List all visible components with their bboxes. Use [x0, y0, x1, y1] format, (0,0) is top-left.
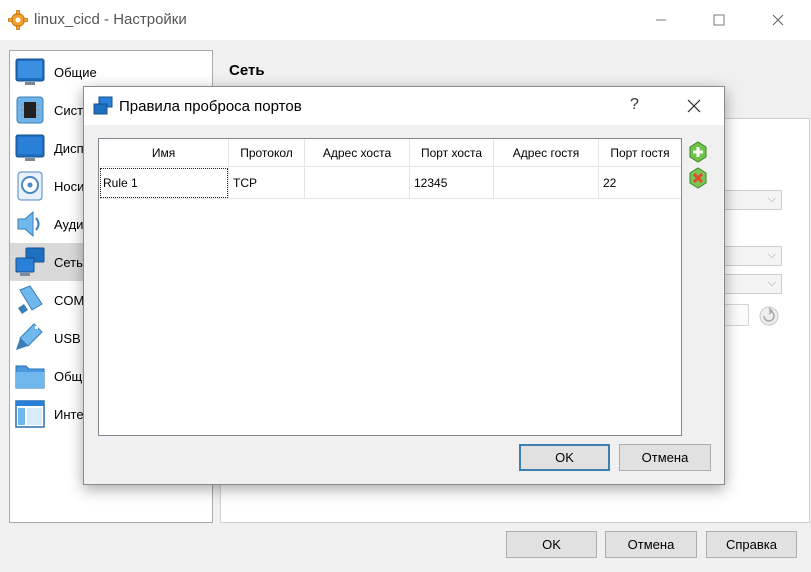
- network-icon: [14, 246, 46, 278]
- minimize-button[interactable]: [639, 6, 683, 34]
- remove-rule-icon: [689, 167, 707, 189]
- column-header[interactable]: Адрес хоста: [305, 139, 410, 167]
- display-icon: [14, 132, 46, 164]
- speaker-icon: [14, 208, 46, 240]
- dialog-titlebar: Правила проброса портов ?: [84, 87, 724, 125]
- virtualbox-gear-icon: [8, 10, 28, 30]
- chevron-down-icon: ⌵: [767, 193, 776, 205]
- maximize-button[interactable]: [697, 6, 741, 34]
- close-icon: [772, 14, 784, 26]
- attached-to-combobox[interactable]: ⌵: [724, 190, 782, 210]
- minimize-icon: [656, 19, 666, 21]
- close-window-button[interactable]: [756, 6, 800, 34]
- general-monitor-icon: [14, 56, 46, 88]
- chip-icon: [14, 94, 46, 126]
- window-titlebar: linux_cicd - Настройки: [0, 0, 811, 40]
- table-cell-name[interactable]: Rule 1: [99, 167, 229, 199]
- dialog-title: Правила проброса портов: [119, 98, 302, 115]
- section-title: Сеть: [229, 62, 265, 79]
- chevron-down-icon: ⌵: [767, 249, 776, 261]
- sidebar-item-label: Дисп: [54, 141, 84, 156]
- serial-port-icon: [14, 284, 46, 316]
- maximize-icon: [713, 14, 725, 26]
- mac-address-field[interactable]: [724, 304, 749, 326]
- column-header[interactable]: Имя: [99, 139, 229, 167]
- sidebar-item-label: Ауди: [54, 217, 84, 232]
- table-cell-protocol[interactable]: TCP: [229, 167, 305, 199]
- port-rules-table[interactable]: Имя Протокол Адрес хоста Порт хоста Адре…: [98, 138, 682, 436]
- dialog-ok-button[interactable]: OK: [519, 444, 610, 471]
- promiscuous-mode-combobox[interactable]: ⌵: [724, 274, 782, 294]
- shared-folder-icon: [14, 360, 46, 392]
- column-header[interactable]: Адрес гостя: [494, 139, 599, 167]
- chevron-down-icon: ⌵: [767, 277, 776, 289]
- port-forwarding-icon: [93, 96, 113, 116]
- dialog-cancel-button[interactable]: Отмена: [619, 444, 711, 471]
- remove-rule-button[interactable]: [686, 167, 710, 189]
- close-icon: [687, 99, 701, 113]
- refresh-mac-icon[interactable]: [758, 305, 780, 327]
- table-cell-guest-ip[interactable]: [494, 167, 599, 199]
- port-forwarding-dialog: Правила проброса портов ? Имя Протокол А…: [83, 86, 725, 485]
- cancel-button[interactable]: Отмена: [605, 531, 697, 558]
- add-rule-button[interactable]: [686, 141, 710, 163]
- usb-icon: [14, 322, 46, 354]
- disk-icon: [14, 170, 46, 202]
- sidebar-item-label: Общие: [54, 65, 97, 80]
- help-button[interactable]: Справка: [706, 531, 797, 558]
- column-header[interactable]: Протокол: [229, 139, 305, 167]
- ok-button[interactable]: OK: [506, 531, 597, 558]
- add-rule-icon: [689, 141, 707, 163]
- table-cell-host-ip[interactable]: [305, 167, 410, 199]
- window-title: linux_cicd - Настройки: [34, 11, 187, 28]
- sidebar-item-label: Сеть: [54, 255, 83, 270]
- column-header[interactable]: Порт гостя: [599, 139, 681, 167]
- table-cell-host-port[interactable]: 12345: [410, 167, 494, 199]
- adapter-type-combobox[interactable]: ⌵: [724, 246, 782, 266]
- user-interface-icon: [14, 398, 46, 430]
- dialog-help-button[interactable]: ?: [630, 96, 639, 114]
- sidebar-item-label: USB: [54, 331, 81, 346]
- table-cell-guest-port[interactable]: 22: [599, 167, 681, 199]
- column-header[interactable]: Порт хоста: [410, 139, 494, 167]
- dialog-close-button[interactable]: [680, 93, 708, 119]
